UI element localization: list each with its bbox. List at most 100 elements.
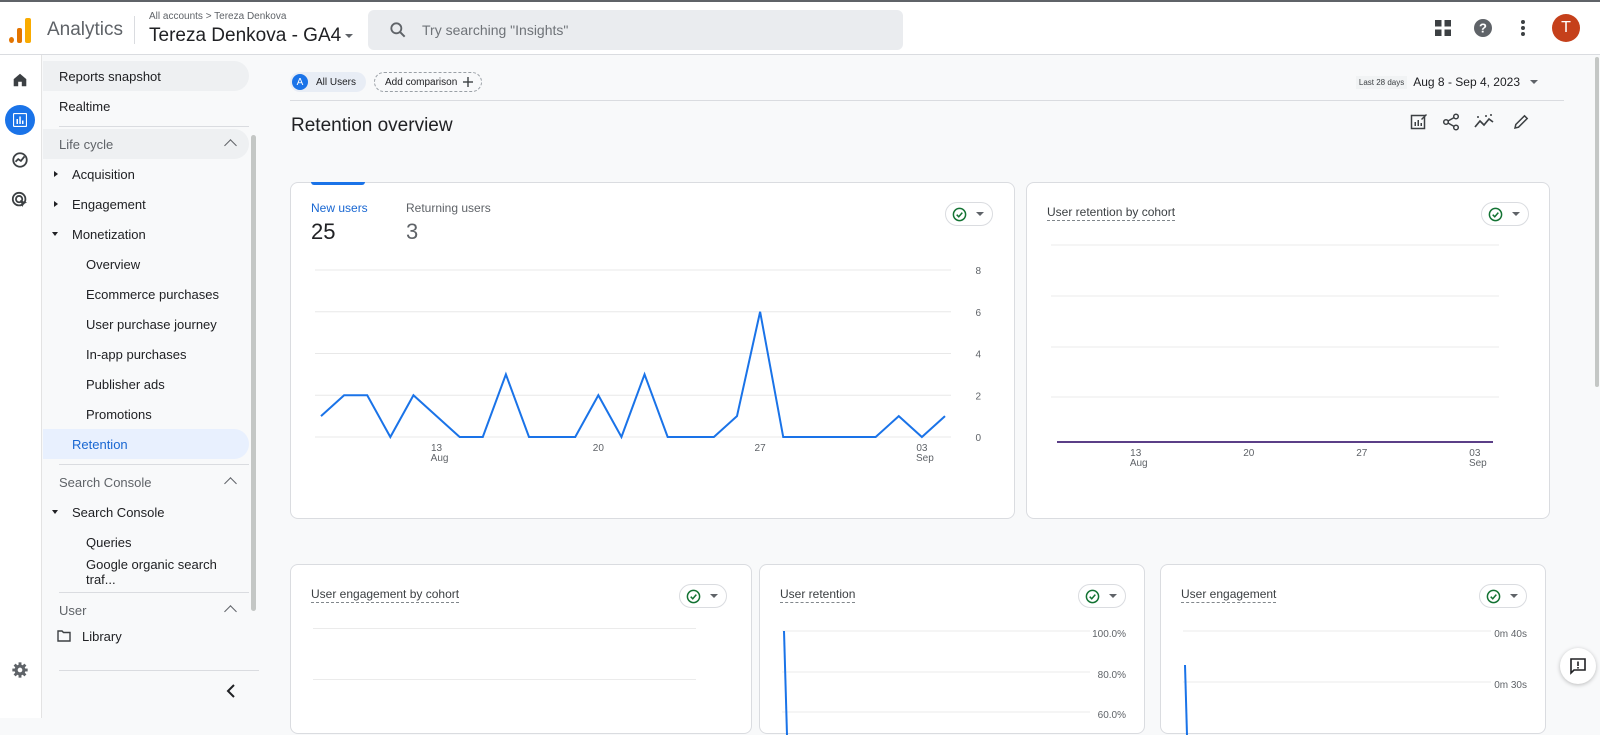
section-life-cycle[interactable]: Life cycle bbox=[43, 129, 249, 159]
sidebar-item-search-console[interactable]: Search Console bbox=[43, 497, 249, 527]
x-tick-label: 20 bbox=[593, 443, 605, 454]
sidebar-item-retention[interactable]: Retention bbox=[43, 429, 249, 459]
svg-text:?: ? bbox=[1479, 21, 1487, 36]
y-tick-label: 0m 40s bbox=[1494, 629, 1527, 640]
sidebar-item-promotions[interactable]: Promotions bbox=[43, 399, 249, 429]
segment-chip-all-users[interactable]: A All Users bbox=[290, 72, 367, 92]
chevron-left-icon bbox=[226, 684, 235, 698]
card-title[interactable]: User retention bbox=[780, 587, 856, 603]
apps-grid-icon[interactable] bbox=[1432, 17, 1454, 39]
sidebar-item-label: Ecommerce purchases bbox=[86, 286, 219, 302]
share-icon[interactable] bbox=[1442, 113, 1462, 133]
sidebar-item-realtime[interactable]: Realtime bbox=[43, 91, 249, 121]
insights-icon[interactable] bbox=[1474, 113, 1494, 133]
breadcrumb[interactable]: All accounts > Tereza Denkova bbox=[149, 11, 286, 22]
x-tick-sublabel: Sep bbox=[916, 453, 934, 464]
page-scrollbar[interactable] bbox=[1594, 55, 1600, 718]
sidebar-item-monetization[interactable]: Monetization bbox=[43, 219, 249, 249]
breadcrumb-separator: > bbox=[205, 11, 212, 22]
sidebar-item-engagement[interactable]: Engagement bbox=[43, 189, 249, 219]
chart-status-button[interactable] bbox=[1479, 584, 1527, 608]
dropdown-caret-icon bbox=[710, 594, 718, 598]
search-bar[interactable] bbox=[368, 10, 903, 50]
user-engagement-card: User engagement 0m 40s 0m 30s bbox=[1160, 564, 1546, 735]
segment-label: All Users bbox=[316, 76, 357, 88]
more-vert-icon[interactable] bbox=[1512, 17, 1534, 39]
chart-status-button[interactable] bbox=[1078, 584, 1126, 608]
chevron-up-icon bbox=[224, 605, 237, 618]
sidebar-item-label: Library bbox=[82, 628, 122, 644]
add-comparison-button[interactable]: Add comparison bbox=[374, 72, 483, 92]
help-icon[interactable]: ? bbox=[1472, 17, 1494, 39]
home-icon[interactable] bbox=[5, 65, 35, 95]
user-engagement-by-cohort-card: User engagement by cohort bbox=[290, 564, 752, 734]
x-tick-sublabel: Sep bbox=[1469, 458, 1487, 469]
y-tick-label: 4 bbox=[975, 350, 981, 361]
sidebar-item-publisher-ads[interactable]: Publisher ads bbox=[43, 369, 249, 399]
chart-status-button[interactable] bbox=[679, 584, 727, 608]
section-search-console[interactable]: Search Console bbox=[43, 467, 249, 497]
sidebar-item-user-purchase-journey[interactable]: User purchase journey bbox=[43, 309, 249, 339]
breadcrumb-current[interactable]: Tereza Denkova bbox=[214, 11, 286, 22]
y-tick-label: 80.0% bbox=[1098, 670, 1126, 681]
divider bbox=[59, 670, 259, 671]
chevron-up-icon bbox=[224, 139, 237, 152]
check-circle-icon bbox=[686, 589, 701, 603]
customize-report-icon[interactable] bbox=[1410, 113, 1430, 133]
tab-new-users[interactable]: New users 25 bbox=[311, 201, 371, 251]
analytics-logo-icon[interactable] bbox=[9, 17, 31, 43]
divider bbox=[59, 126, 249, 127]
section-label: Life cycle bbox=[59, 136, 114, 152]
metric-value: 3 bbox=[406, 219, 419, 244]
series-line-retention bbox=[783, 630, 788, 735]
search-icon bbox=[390, 22, 406, 38]
sidebar-item-queries[interactable]: Queries bbox=[43, 527, 249, 557]
tab-returning-users[interactable]: Returning users 3 bbox=[406, 201, 496, 251]
new-users-line-chart: 0246813Aug20 27 03Sep bbox=[315, 266, 981, 464]
x-tick-sublabel: Aug bbox=[431, 453, 449, 464]
section-label: User bbox=[59, 602, 87, 618]
breadcrumb-parent[interactable]: All accounts bbox=[149, 11, 203, 22]
feedback-button[interactable] bbox=[1560, 648, 1596, 684]
collapse-sidebar-button[interactable] bbox=[219, 679, 243, 703]
series-line-engagement bbox=[1184, 664, 1188, 735]
sidebar-item-google-organic-search-traffic[interactable]: Google organic search traf... bbox=[43, 557, 249, 587]
folder-icon bbox=[57, 630, 71, 642]
advertising-icon[interactable] bbox=[5, 185, 35, 215]
x-tick-label: 27 bbox=[1356, 448, 1368, 459]
sidebar-item-label: Retention bbox=[72, 436, 128, 452]
reports-icon[interactable] bbox=[5, 105, 35, 135]
edit-icon[interactable] bbox=[1512, 113, 1532, 133]
gridline bbox=[313, 679, 696, 680]
avatar[interactable]: T bbox=[1552, 14, 1580, 42]
y-tick-label: 2 bbox=[975, 391, 981, 402]
card-title[interactable]: User engagement by cohort bbox=[311, 587, 460, 603]
divider bbox=[290, 100, 1564, 101]
main-content: A All Users Add comparison Last 28 days … bbox=[256, 55, 1600, 735]
search-input[interactable] bbox=[422, 22, 862, 38]
card-title[interactable]: User engagement bbox=[1181, 587, 1277, 603]
dropdown-caret-icon bbox=[345, 34, 354, 38]
dropdown-caret-icon bbox=[1510, 594, 1518, 598]
date-range-picker[interactable]: Last 28 days Aug 8 - Sep 4, 2023 bbox=[1355, 75, 1538, 89]
sidebar-item-overview[interactable]: Overview bbox=[43, 249, 249, 279]
sidebar-item-reports-snapshot[interactable]: Reports snapshot bbox=[43, 61, 249, 91]
left-rail bbox=[0, 55, 42, 718]
divider bbox=[59, 464, 249, 465]
card-title[interactable]: User retention by cohort bbox=[1047, 205, 1176, 221]
collapse-arrow-icon bbox=[52, 232, 58, 236]
date-range-value: Aug 8 - Sep 4, 2023 bbox=[1413, 75, 1520, 89]
sidebar-item-label: Engagement bbox=[72, 196, 146, 212]
chart-status-button[interactable] bbox=[945, 202, 993, 226]
settings-icon[interactable] bbox=[5, 655, 35, 685]
x-tick-label: 20 bbox=[1243, 448, 1255, 459]
chart-status-button[interactable] bbox=[1481, 202, 1529, 226]
sidebar-item-label: Reports snapshot bbox=[59, 68, 161, 84]
property-selector[interactable]: Tereza Denkova - GA4 bbox=[149, 25, 354, 47]
active-tab-indicator bbox=[311, 182, 365, 185]
sidebar-item-acquisition[interactable]: Acquisition bbox=[43, 159, 249, 189]
sidebar-item-library[interactable]: Library bbox=[43, 621, 249, 651]
sidebar-item-ecommerce-purchases[interactable]: Ecommerce purchases bbox=[43, 279, 249, 309]
explore-icon[interactable] bbox=[5, 145, 35, 175]
sidebar-item-in-app-purchases[interactable]: In-app purchases bbox=[43, 339, 249, 369]
